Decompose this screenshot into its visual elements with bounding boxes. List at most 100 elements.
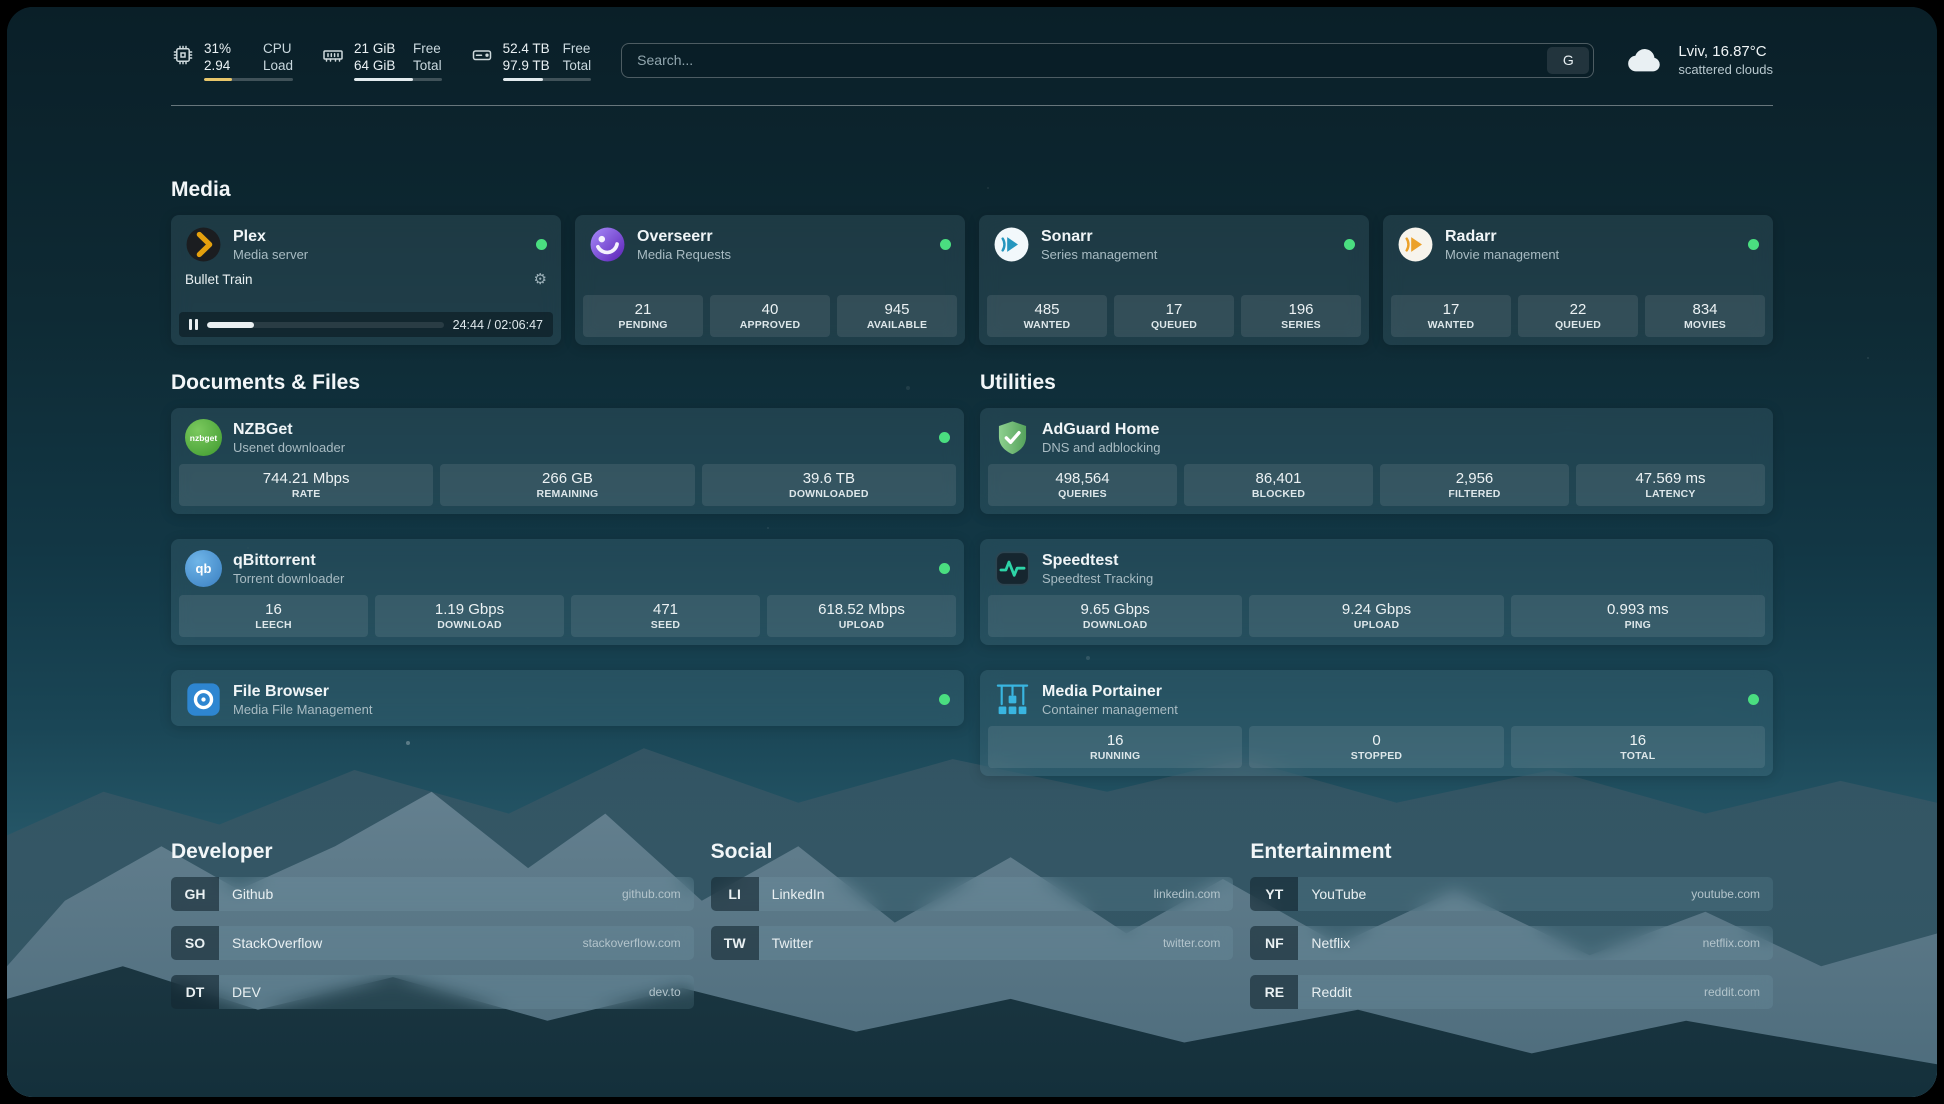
bookmark-name: DEV <box>232 984 261 1000</box>
stat-box: 86,401BLOCKED <box>1184 464 1373 506</box>
disk-widget: 52.4 TB Free 97.9 TB Total <box>470 40 592 81</box>
service-name: Radarr <box>1445 227 1559 246</box>
stat-label: LATENCY <box>1578 488 1763 501</box>
stat-label: REMAINING <box>442 488 692 501</box>
bookmark-name: StackOverflow <box>232 935 322 951</box>
service-name: Speedtest <box>1042 551 1153 570</box>
bookmark-url: stackoverflow.com <box>583 936 681 950</box>
service-card-overseerr[interactable]: Overseerr Media Requests 21PENDING 40APP… <box>575 215 965 345</box>
stat-value: 945 <box>839 301 955 319</box>
memory-icon <box>321 43 345 67</box>
stat-box: 834MOVIES <box>1645 295 1765 337</box>
bookmark-name: YouTube <box>1311 886 1366 902</box>
bookmark-abbr: NF <box>1250 926 1298 960</box>
now-playing-title: Bullet Train <box>185 272 253 287</box>
service-card-speedtest[interactable]: Speedtest Speedtest Tracking 9.65 GbpsDO… <box>980 539 1773 645</box>
service-name: File Browser <box>233 682 372 701</box>
stat-box: 21PENDING <box>583 295 703 337</box>
bookmark-github[interactable]: GH Github github.com <box>171 877 694 911</box>
pause-icon <box>189 319 198 330</box>
section-entertainment: Entertainment YT YouTube youtube.com NF … <box>1250 840 1773 1009</box>
service-name: Plex <box>233 227 308 246</box>
service-card-qbittorrent[interactable]: qb qBittorrent Torrent downloader 16LEEC… <box>171 539 964 645</box>
service-card-plex[interactable]: Plex Media server Bullet Train ⚙ 24:44 /… <box>171 215 561 345</box>
bookmark-stackoverflow[interactable]: SO StackOverflow stackoverflow.com <box>171 926 694 960</box>
stat-value: 266 GB <box>442 470 692 488</box>
memory-free-label: Free <box>413 40 442 57</box>
bookmark-dev[interactable]: DT DEV dev.to <box>171 975 694 1009</box>
stat-label: SERIES <box>1243 319 1359 332</box>
bookmark-name: Github <box>232 886 273 902</box>
memory-widget: 21 GiB Free 64 GiB Total <box>321 40 442 81</box>
stat-label: UPLOAD <box>769 619 954 632</box>
service-stats: 744.21 MbpsRATE 266 GBREMAINING 39.6 TBD… <box>171 464 964 514</box>
memory-readout: 21 GiB Free 64 GiB Total <box>354 40 442 81</box>
bookmark-twitter[interactable]: TW Twitter twitter.com <box>711 926 1234 960</box>
stat-box: 16TOTAL <box>1511 726 1765 768</box>
weather-location-temp: Lviv, 16.87°C <box>1678 42 1773 61</box>
stat-box: 266 GBREMAINING <box>440 464 694 506</box>
bookmark-url: dev.to <box>649 985 681 999</box>
stat-box: 744.21 MbpsRATE <box>179 464 433 506</box>
stat-value: 39.6 TB <box>704 470 954 488</box>
stat-value: 17 <box>1116 301 1232 319</box>
search-input[interactable] <box>622 52 1547 68</box>
service-description: Movie management <box>1445 247 1559 263</box>
search-provider-button[interactable]: G <box>1547 47 1589 74</box>
stat-box: 0STOPPED <box>1249 726 1503 768</box>
stat-value: 16 <box>181 601 366 619</box>
weather-widget: Lviv, 16.87°C scattered clouds <box>1624 39 1773 81</box>
stat-label: BLOCKED <box>1186 488 1371 501</box>
service-card-portainer[interactable]: Media Portainer Container management 16R… <box>980 670 1773 776</box>
stat-value: 0.993 ms <box>1513 601 1763 619</box>
bookmark-linkedin[interactable]: LI LinkedIn linkedin.com <box>711 877 1234 911</box>
status-dot-online <box>1344 239 1355 250</box>
status-dot-online <box>939 432 950 443</box>
bookmark-abbr: LI <box>711 877 759 911</box>
bookmark-reddit[interactable]: RE Reddit reddit.com <box>1250 975 1773 1009</box>
stat-label: PENDING <box>585 319 701 332</box>
portainer-icon <box>994 681 1031 718</box>
disk-total-label: Total <box>563 57 592 74</box>
stat-value: 9.24 Gbps <box>1251 601 1501 619</box>
dashboard-screen: 31% CPU 2.94 Load 21 GiB Free <box>7 7 1937 1097</box>
bookmark-url: netflix.com <box>1703 936 1760 950</box>
service-name: Overseerr <box>637 227 731 246</box>
stat-label: QUEUED <box>1116 319 1232 332</box>
service-name: Media Portainer <box>1042 682 1178 701</box>
search-bar: G <box>621 43 1594 78</box>
cpu-widget: 31% CPU 2.94 Load <box>171 40 293 81</box>
service-name: qBittorrent <box>233 551 344 570</box>
playback-track <box>207 322 444 328</box>
service-card-adguard[interactable]: AdGuard Home DNS and adblocking 498,564Q… <box>980 408 1773 514</box>
stat-label: RUNNING <box>990 750 1240 763</box>
stat-value: 21 <box>585 301 701 319</box>
service-description: Series management <box>1041 247 1157 263</box>
stat-value: 22 <box>1520 301 1636 319</box>
stat-box: 9.65 GbpsDOWNLOAD <box>988 595 1242 637</box>
stat-label: UPLOAD <box>1251 619 1501 632</box>
bookmark-abbr: TW <box>711 926 759 960</box>
section-developer: Developer GH Github github.com SO StackO… <box>171 840 694 1009</box>
service-stats: 498,564QUERIES 86,401BLOCKED 2,956FILTER… <box>980 464 1773 514</box>
service-card-sonarr[interactable]: Sonarr Series management 485WANTED 17QUE… <box>979 215 1369 345</box>
speedtest-icon <box>994 550 1031 587</box>
gear-icon[interactable]: ⚙ <box>534 272 547 287</box>
stat-box: 945AVAILABLE <box>837 295 957 337</box>
service-card-radarr[interactable]: Radarr Movie management 17WANTED 22QUEUE… <box>1383 215 1773 345</box>
stat-value: 9.65 Gbps <box>990 601 1240 619</box>
service-description: Speedtest Tracking <box>1042 571 1153 587</box>
bookmark-abbr: RE <box>1250 975 1298 1009</box>
stat-box: 9.24 GbpsUPLOAD <box>1249 595 1503 637</box>
service-card-nzbget[interactable]: nzbget NZBGet Usenet downloader 744.21 M… <box>171 408 964 514</box>
service-name: AdGuard Home <box>1042 420 1161 439</box>
memory-total-value: 64 GiB <box>354 57 400 74</box>
service-card-filebrowser[interactable]: File Browser Media File Management <box>171 670 964 726</box>
bookmark-url: twitter.com <box>1163 936 1220 950</box>
bookmark-netflix[interactable]: NF Netflix netflix.com <box>1250 926 1773 960</box>
memory-total-label: Total <box>413 57 442 74</box>
playback-time: 24:44 / 02:06:47 <box>453 318 543 332</box>
bookmark-url: reddit.com <box>1704 985 1760 999</box>
bookmark-youtube[interactable]: YT YouTube youtube.com <box>1250 877 1773 911</box>
stat-box: 40APPROVED <box>710 295 830 337</box>
